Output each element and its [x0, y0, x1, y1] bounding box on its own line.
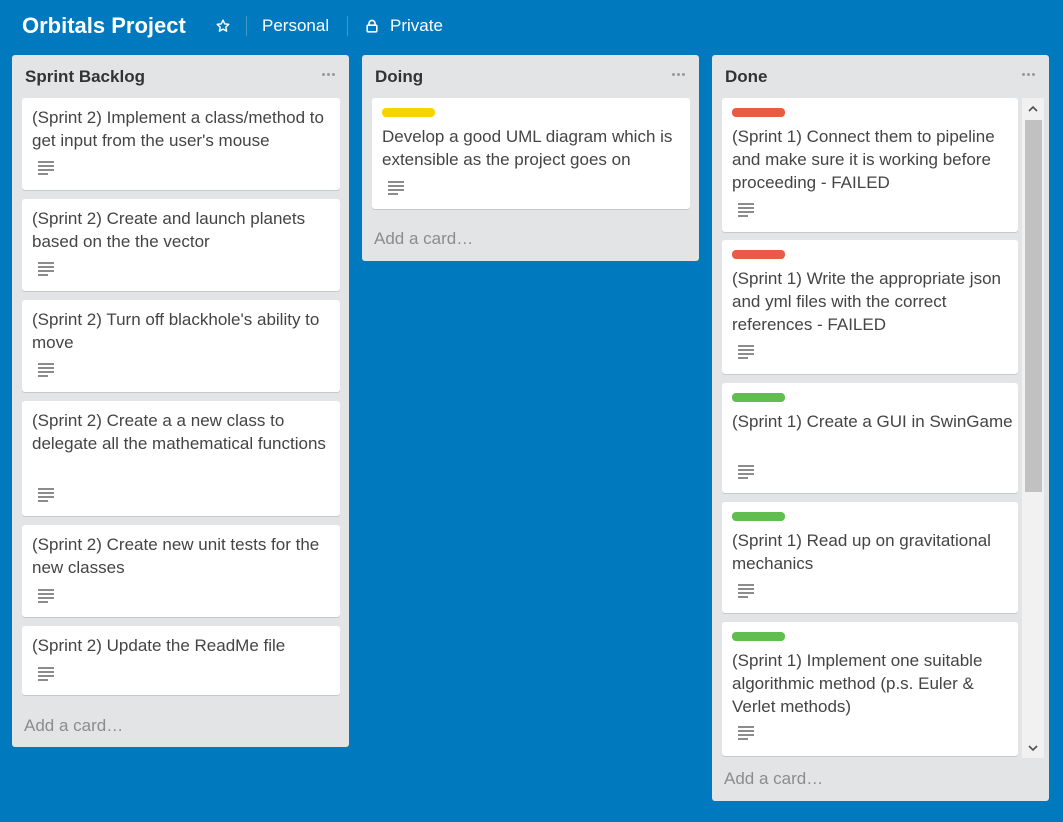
chevron-up-icon	[1028, 105, 1038, 112]
card-label-red	[732, 108, 785, 117]
add-card-button[interactable]: Add a card…	[24, 715, 123, 737]
board-title[interactable]: Orbitals Project	[22, 12, 186, 40]
board-header: Orbitals Project Personal Private	[0, 0, 1063, 52]
team-visibility-button[interactable]: Personal	[262, 15, 329, 37]
description-icon	[738, 584, 754, 598]
card-label-green	[732, 512, 785, 521]
description-icon	[38, 667, 54, 681]
card[interactable]: (Sprint 1) Implement one suitable algori…	[722, 622, 1018, 756]
card-label-yellow	[382, 108, 435, 117]
card[interactable]: (Sprint 1) Create a GUI in SwinGame	[722, 383, 1018, 493]
ellipsis-icon	[671, 72, 675, 76]
star-button[interactable]	[212, 15, 234, 37]
header-divider	[347, 16, 348, 36]
card-title: (Sprint 1) Write the appropriate json an…	[732, 269, 1001, 334]
list-title[interactable]: Done	[725, 66, 768, 88]
card-title: (Sprint 2) Create and launch planets bas…	[32, 209, 306, 251]
scroll-thumb[interactable]	[1025, 120, 1042, 492]
card-title: (Sprint 2) Create a a new class to deleg…	[32, 411, 326, 453]
privacy-button[interactable]: Private	[365, 15, 443, 37]
lock-icon	[365, 19, 379, 33]
header-divider	[246, 16, 247, 36]
description-icon	[738, 465, 754, 479]
list-sprint-backlog: Sprint Backlog (Sprint 2) Implement a cl…	[12, 55, 349, 747]
chevron-down-icon	[1028, 744, 1038, 751]
card-title: (Sprint 2) Implement a class/method to g…	[32, 108, 324, 150]
scroll-up-button[interactable]	[1022, 98, 1044, 118]
card-label-green	[732, 632, 785, 641]
ellipsis-icon	[1021, 72, 1025, 76]
description-icon	[38, 488, 54, 502]
card[interactable]: (Sprint 2) Create and launch planets bas…	[22, 199, 340, 291]
card[interactable]: (Sprint 2) Create a a new class to deleg…	[22, 401, 340, 516]
card-title: (Sprint 2) Turn off blackhole's ability …	[32, 310, 320, 352]
star-icon	[216, 19, 230, 32]
card[interactable]: (Sprint 1) Connect them to pipeline and …	[722, 98, 1018, 232]
add-card-button[interactable]: Add a card…	[724, 768, 823, 790]
card-title: (Sprint 1) Read up on gravitational mech…	[732, 531, 991, 573]
description-icon	[388, 181, 404, 195]
card-title: (Sprint 1) Create a GUI in SwinGame	[732, 412, 1013, 431]
card[interactable]: (Sprint 2) Implement a class/method to g…	[22, 98, 340, 190]
card-title: (Sprint 1) Connect them to pipeline and …	[732, 127, 995, 192]
description-icon	[738, 345, 754, 359]
card[interactable]: (Sprint 2) Create new unit tests for the…	[22, 525, 340, 617]
description-icon	[738, 203, 754, 217]
list-menu-button[interactable]	[317, 63, 339, 85]
description-icon	[38, 161, 54, 175]
list-doing: Doing Develop a good UML diagram which i…	[362, 55, 699, 261]
card-title: (Sprint 2) Create new unit tests for the…	[32, 535, 320, 577]
card-label-green	[732, 393, 785, 402]
card[interactable]: Develop a good UML diagram which is exte…	[372, 98, 690, 209]
add-card-button[interactable]: Add a card…	[374, 228, 473, 250]
description-icon	[738, 726, 754, 740]
list-title[interactable]: Sprint Backlog	[25, 66, 145, 88]
list-menu-button[interactable]	[667, 63, 689, 85]
scroll-down-button[interactable]	[1022, 738, 1044, 758]
description-icon	[38, 262, 54, 276]
ellipsis-icon	[321, 72, 325, 76]
card[interactable]: (Sprint 2) Turn off blackhole's ability …	[22, 300, 340, 392]
card-title: (Sprint 1) Implement one suitable algori…	[732, 651, 983, 716]
card[interactable]: (Sprint 2) Update the ReadMe file	[22, 626, 340, 695]
card-title: (Sprint 2) Update the ReadMe file	[32, 636, 286, 655]
description-icon	[38, 363, 54, 377]
card[interactable]: (Sprint 1) Read up on gravitational mech…	[722, 502, 1018, 613]
card-label-red	[732, 250, 785, 259]
card-title: Develop a good UML diagram which is exte…	[382, 127, 673, 169]
done-list-scrollbar[interactable]	[1022, 98, 1044, 758]
list-title[interactable]: Doing	[375, 66, 423, 88]
description-icon	[38, 589, 54, 603]
card[interactable]: (Sprint 1) Write the appropriate json an…	[722, 240, 1018, 374]
list-done: Done (Sprint 1) Connect them to pipeline…	[712, 55, 1049, 801]
privacy-label: Private	[390, 16, 443, 35]
list-menu-button[interactable]	[1017, 63, 1039, 85]
